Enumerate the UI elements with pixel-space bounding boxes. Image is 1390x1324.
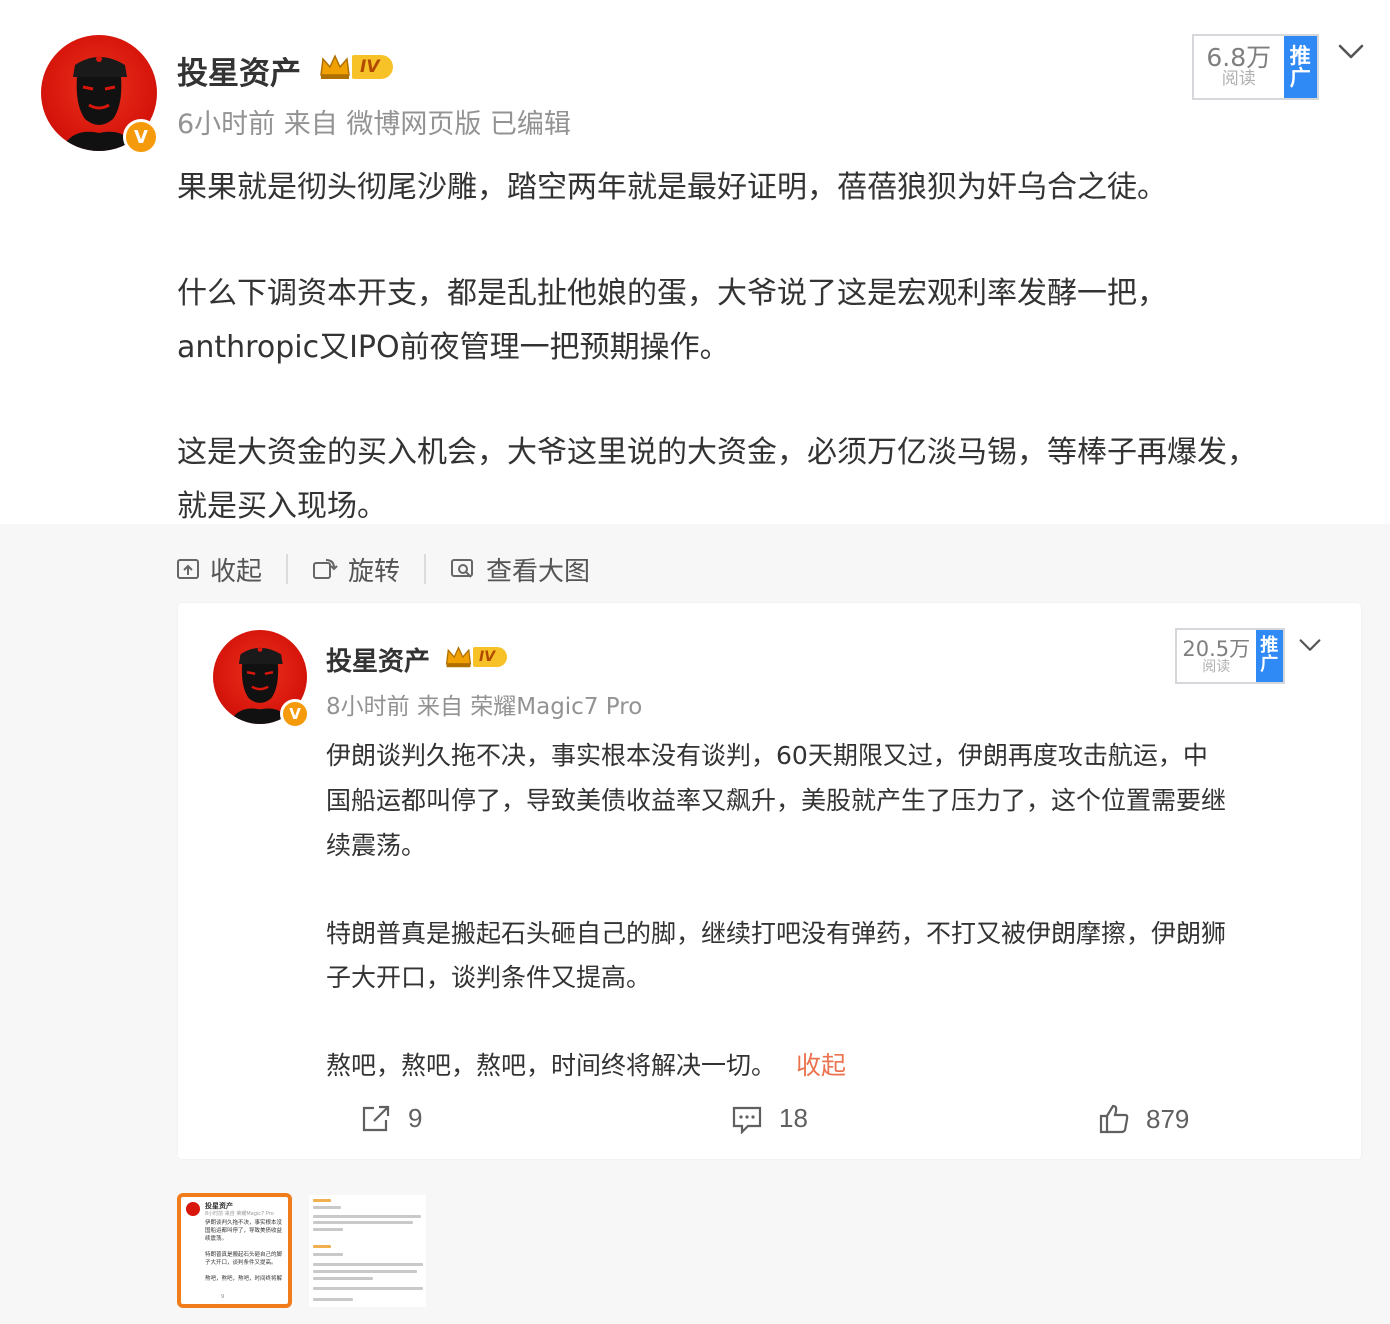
read-count: 6.8万 <box>1206 42 1272 72</box>
collapse-link: 收起 <box>796 1051 847 1080</box>
embedded-text-line: 熬吧，熬吧，熬吧，时间终将解决一切。 收起 <box>326 1051 847 1080</box>
thumb-text-line: 伊朗谈判久拖不决，事实根本没 <box>205 1220 283 1226</box>
post-text-line: 果果就是彻头彻尾沙雕，踏空两年就是最好证明，蓓蓓狼狈为奸乌合之徒。 <box>177 170 1167 205</box>
read-count-box[interactable]: 6.8万 阅读 推 广 <box>1192 34 1319 100</box>
view-large-button[interactable]: 查看大图 <box>450 551 590 588</box>
verified-badge: V <box>280 699 310 729</box>
embedded-username: 投星资产 <box>326 647 431 677</box>
toolbar-divider <box>424 554 427 584</box>
post-avatar[interactable]: V <box>41 35 159 155</box>
collapse-icon <box>177 559 199 579</box>
thumb-text-line: 特朗普真是搬起石头砸自己的脚 <box>205 1252 283 1258</box>
verified-badge: V <box>123 119 159 155</box>
rotate-label: 旋转 <box>348 556 401 587</box>
embedded-avatar: V <box>213 630 310 729</box>
rotate-button[interactable]: 旋转 <box>312 551 400 588</box>
thumb-text-line: 国船运都叫停了，导致美债收益 <box>205 1228 283 1234</box>
read-count: 20.5万 <box>1182 636 1251 661</box>
post-meta: 6小时前 来自 微博网页版 已编辑 <box>177 109 571 140</box>
rotate-icon <box>313 559 338 579</box>
thumbnail-selected[interactable]: 投星资产 8小时前 来自 荣耀Magic7 Pro 伊朗谈判久拖不决，事实根本没… <box>177 1193 292 1308</box>
repost-icon <box>362 1105 390 1131</box>
promote-button[interactable]: 推 广 <box>1283 36 1317 98</box>
read-label: 阅读 <box>1202 658 1231 675</box>
chevron-down-icon <box>1299 639 1321 651</box>
repost-count: 9 <box>408 1103 423 1133</box>
level-label: IV <box>473 647 508 667</box>
collapse-button[interactable]: 收起 <box>176 551 262 588</box>
thumb-text-line: 熬吧，熬吧，熬吧，时间终将解 <box>205 1276 283 1282</box>
thumb-text: 伊朗谈判久拖不决，事实根本没 国船运都叫停了，导致美债收益 续震荡。 特朗普真是… <box>205 1219 282 1283</box>
like-icon <box>1099 1104 1129 1134</box>
collapse-label: 收起 <box>210 556 263 587</box>
post-text-line: 就是买入现场。 <box>177 489 387 524</box>
post-text-line: 这是大资金的买入机会，大爷这里说的大资金，必须万亿淡马锡，等棒子再爆发， <box>177 435 1257 470</box>
thumbnail-2[interactable] <box>309 1195 426 1307</box>
view-large-label: 查看大图 <box>486 556 591 587</box>
comment-count: 18 <box>779 1103 808 1133</box>
thumb-avatar <box>186 1202 200 1216</box>
level-badge: IV <box>318 52 394 82</box>
embedded-text-line: 续震荡。 <box>326 831 427 860</box>
crown-icon <box>445 646 472 668</box>
view-large-icon <box>451 559 474 578</box>
chevron-down-icon[interactable] <box>1337 42 1365 62</box>
repost-action: 9 <box>360 1103 422 1134</box>
level-badge: IV <box>444 644 508 670</box>
promote-button: 推 广 <box>1255 630 1283 682</box>
read-count-box: 20.5万 阅读 推 广 <box>1175 628 1285 684</box>
thumb-meta: 8小时前 来自 荣耀Magic7 Pro <box>205 1211 274 1217</box>
crown-icon <box>320 54 350 79</box>
post-username[interactable]: 投星资产 <box>177 48 301 93</box>
post-text-line: 什么下调资本开支，都是乱扯他娘的蛋，大爷说了这是宏观利率发酵一把， <box>177 276 1167 311</box>
comment-icon <box>732 1106 762 1134</box>
embedded-meta: 8小时前 来自 荣耀Magic7 Pro <box>326 694 643 720</box>
thumb-text-line: 子大开口，谈判条件又提高。 <box>205 1260 277 1266</box>
embedded-text-line: 伊朗谈判久拖不决，事实根本没有谈判，60天期限又过，伊朗再度攻击航运，中 <box>326 741 1208 770</box>
embedded-text-line: 子大开口，谈判条件又提高。 <box>326 963 652 992</box>
thumb-count: 9 <box>221 1294 225 1300</box>
embedded-text-line: 国船运都叫停了，导致美债收益率又飙升，美股就产生了压力了，这个位置需要继 <box>326 786 1227 815</box>
like-action: 879 <box>1098 1103 1189 1135</box>
comment-action: 18 <box>731 1103 808 1134</box>
like-count: 879 <box>1146 1103 1190 1134</box>
post-text-line: anthropic又IPO前夜管理一把预期操作。 <box>177 330 730 365</box>
read-label: 阅读 <box>1221 69 1256 90</box>
level-label: IV <box>352 55 394 79</box>
thumb-text-line: 续震荡。 <box>205 1236 228 1242</box>
toolbar-divider <box>286 554 289 584</box>
embedded-text-line: 特朗普真是搬起石头砸自己的脚，继续打吧没有弹药，不打又被伊朗摩擦，伊朗狮 <box>326 919 1227 948</box>
embedded-post-image[interactable]: V 投星资产 IV 8小时前 来自 荣耀Magic7 Pro 20.5万 阅读 … <box>178 603 1361 1159</box>
image-toolbar: 收起 旋转 查看大图 <box>176 547 590 591</box>
